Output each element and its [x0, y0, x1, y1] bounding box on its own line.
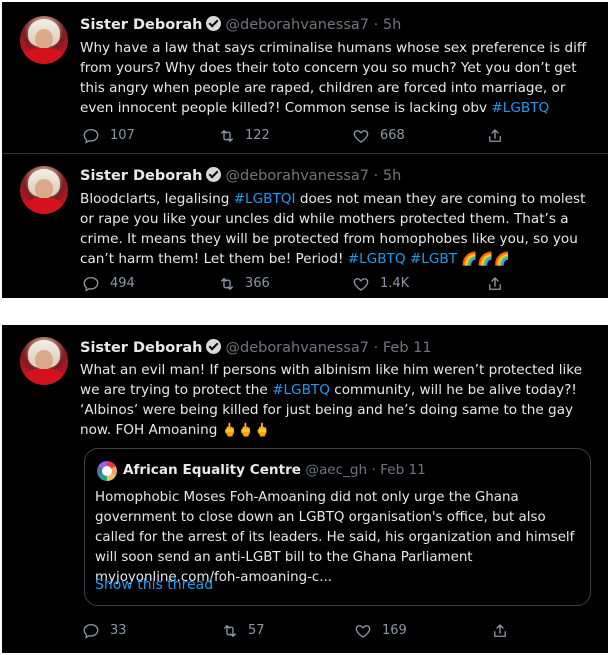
quoted-author-name[interactable]: African Equality Centre — [123, 462, 301, 478]
hashtag-link[interactable]: #LGBT — [410, 251, 457, 267]
reply-icon — [83, 128, 99, 144]
tweet-text: Why have a law that says criminalise hum… — [80, 40, 587, 116]
tweet-header: Sister Deborah @deborahvanessa7 · 5h — [80, 167, 401, 184]
tweet[interactable]: Sister Deborah @deborahvanessa7 · 5h Bloo… — [2, 153, 608, 298]
like-icon — [355, 625, 371, 638]
author-handle[interactable]: @deborahvanessa7 — [225, 17, 369, 33]
hashtag-link[interactable]: #LGBTQ — [491, 100, 549, 116]
like-count: 1.4K — [380, 276, 410, 291]
tweet-text: What an evil man! If persons with albini… — [80, 362, 583, 438]
like-icon — [353, 278, 369, 291]
show-thread-link[interactable]: Show this thread — [95, 577, 213, 593]
tweet[interactable]: Sister Deborah @deborahvanessa7 · 5h Why … — [2, 2, 608, 152]
quoted-avatar[interactable] — [97, 461, 117, 481]
share-icon — [489, 277, 501, 290]
verified-badge-icon — [206, 16, 222, 31]
author-name[interactable]: Sister Deborah — [80, 340, 202, 356]
retweet-icon — [224, 625, 236, 637]
author-name[interactable]: Sister Deborah — [80, 168, 202, 184]
screenshot-panel-top: Sister Deborah @deborahvanessa7 · 5h Why … — [2, 2, 608, 298]
tweet-text: Bloodclarts, legalising #LGBTQI does not… — [80, 191, 586, 267]
screenshot-panel-bottom: Sister Deborah @deborahvanessa7 · Feb 11 … — [2, 325, 608, 653]
avatar[interactable] — [20, 337, 68, 385]
retweet-count: 366 — [245, 276, 270, 291]
hashtag-link[interactable]: #LGBTQ — [348, 251, 406, 267]
tweet-time[interactable]: · 5h — [374, 17, 402, 33]
reply-count: 494 — [110, 276, 135, 291]
quoted-tweet-text: Homophobic Moses Foh-Amoaning did not on… — [95, 490, 575, 585]
avatar[interactable] — [20, 16, 68, 64]
tweet-header: Sister Deborah @deborahvanessa7 · Feb 11 — [80, 339, 432, 356]
retweet-icon — [221, 130, 233, 142]
hashtag-link[interactable]: #LGBTQ — [272, 382, 330, 398]
retweet-count: 57 — [248, 623, 265, 638]
tweet-header: Sister Deborah @deborahvanessa7 · 5h — [80, 16, 401, 33]
author-name[interactable]: Sister Deborah — [80, 17, 202, 33]
share-icon — [494, 624, 506, 637]
verified-badge-icon — [206, 167, 222, 182]
tweet-time[interactable]: · 5h — [374, 168, 402, 184]
retweet-count: 122 — [245, 128, 270, 143]
reply-count: 33 — [110, 623, 127, 638]
tweet[interactable]: Sister Deborah @deborahvanessa7 · Feb 11 … — [2, 325, 608, 653]
rainbow-emoji: 🌈🌈🌈 — [457, 252, 510, 267]
quoted-tweet-header: African Equality Centre @aec_gh · Feb 11 — [123, 462, 426, 478]
author-handle[interactable]: @deborahvanessa7 — [225, 168, 369, 184]
reply-icon — [83, 276, 99, 292]
share-icon — [489, 129, 501, 142]
retweet-icon — [221, 278, 233, 290]
hashtag-link[interactable]: #LGBTQI — [234, 191, 296, 207]
reply-icon — [83, 623, 99, 639]
like-count: 169 — [382, 623, 407, 638]
like-icon — [353, 130, 369, 143]
middle-finger-emoji: 🖕🖕🖕 — [221, 423, 271, 438]
tweet-time[interactable]: · Feb 11 — [374, 340, 432, 356]
quoted-author-handle[interactable]: @aec_gh — [305, 462, 367, 478]
quoted-tweet[interactable]: African Equality Centre @aec_gh · Feb 11… — [84, 448, 591, 606]
reply-count: 107 — [110, 128, 135, 143]
author-handle[interactable]: @deborahvanessa7 — [225, 340, 369, 356]
quoted-tweet-time[interactable]: · Feb 11 — [371, 462, 425, 478]
avatar[interactable] — [20, 166, 68, 214]
verified-badge-icon — [206, 339, 222, 354]
like-count: 668 — [380, 128, 405, 143]
